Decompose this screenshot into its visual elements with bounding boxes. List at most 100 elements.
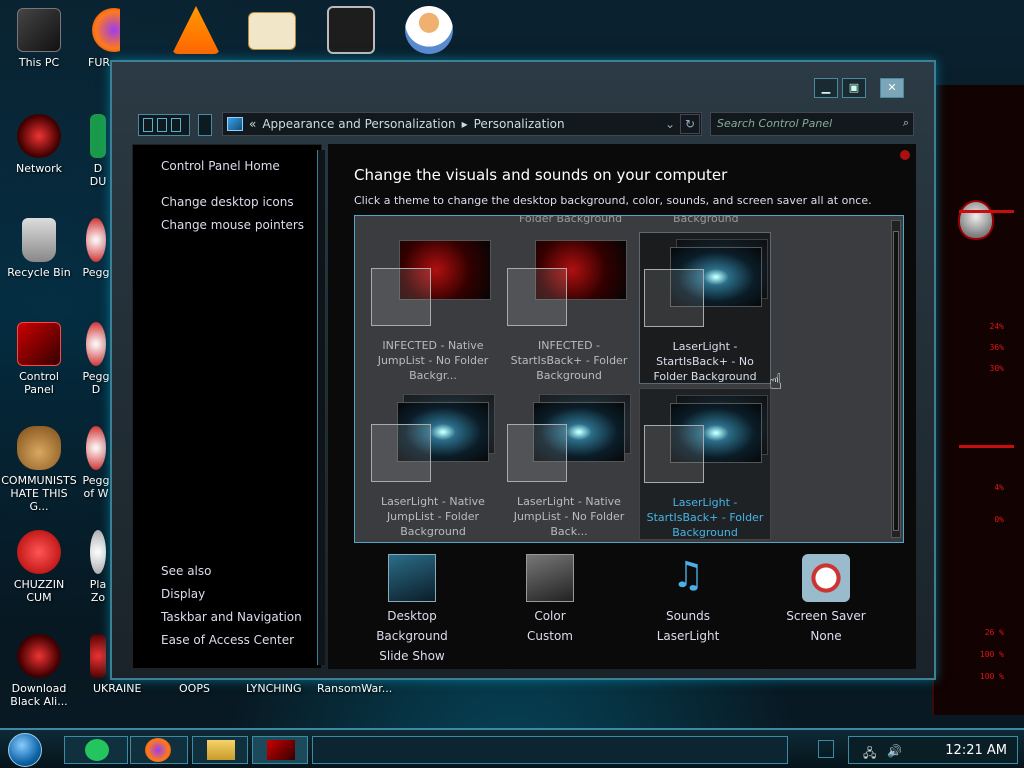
taskbar-navigation-link[interactable]: Taskbar and Navigation [161,610,302,624]
page-title: Change the visuals and sounds on your co… [354,166,728,184]
minimize-button[interactable]: ▁ [814,78,838,98]
breadcrumb-appearance[interactable]: Appearance and Personalization [262,117,455,131]
desktop-icon-partial[interactable]: Pegg of W [82,426,110,500]
theme-tile[interactable]: LaserLight - Native JumpList - No Folder… [503,388,635,540]
alien-download-icon [17,634,61,678]
desktop-background-setting[interactable]: Desktop Background Slide Show [352,554,472,666]
theme-tile[interactable]: INFECTED - StartIsBack+ - Folder Backgro… [503,232,635,384]
hxd-icon[interactable] [248,12,296,50]
gadget-percent: 100 % [979,672,1004,681]
taskbar-firefox[interactable] [130,736,188,764]
maze-app-icon[interactable] [327,6,375,54]
taskbar-file-explorer[interactable] [192,736,248,764]
desktop-icon-label-ransomware[interactable]: RansomWar... [317,682,392,695]
desktop-icon-network[interactable]: Network [3,114,75,175]
theme-tile-active[interactable]: LaserLight - StartIsBack+ - Folder Backg… [639,388,771,540]
recent-pages-button[interactable] [198,114,212,136]
computer-icon [17,8,61,52]
theme-gallery[interactable]: Folder Background Background INFECTED - … [354,215,904,543]
theme-tile[interactable]: LaserLight - Native JumpList - Folder Ba… [367,388,499,540]
taskbar-control-panel[interactable] [252,736,308,764]
control-panel-icon [267,740,295,760]
sounds-setting[interactable]: ♫ Sounds LaserLight [628,554,748,646]
maximize-button[interactable]: ▣ [842,78,866,98]
desktop-icon-label-oops[interactable]: OOPS [179,682,210,695]
scrollbar-thumb[interactable] [893,231,899,531]
setting-title: Sounds [665,609,711,623]
desktop-icon-download-alien[interactable]: Download Black Ali... [3,634,75,708]
gadget-percent: 26 % [984,628,1004,637]
desktop-icon-partial[interactable]: Pegg [82,218,110,279]
gadget-percent: 30% [989,364,1004,373]
theme-color-swatch [507,424,567,482]
control-panel-home-link[interactable]: Control Panel Home [161,159,280,173]
desktop-icon-recycle-bin[interactable]: Recycle Bin [3,218,75,279]
theme-color-swatch [644,269,704,327]
start-button[interactable] [8,733,42,767]
personalization-window: ▁ ▣ ✕ « Appearance and Personalization ▸… [110,60,936,680]
theme-color-swatch [644,425,704,483]
network-icon[interactable]: 🖧 [863,744,876,765]
desktop-icon-label: COMMUNISTS HATE THIS G... [1,474,77,513]
gadget-percent: 100 % [979,650,1004,659]
setting-title: Screen Saver [786,609,866,623]
breadcrumb-separator-icon: ▸ [461,117,468,131]
close-button[interactable]: ✕ [880,78,904,98]
theme-color-swatch [507,268,567,326]
doctor-icon[interactable] [405,6,453,54]
taskbar-notes-app[interactable] [64,736,128,764]
refresh-icon[interactable]: ↻ [680,114,700,134]
desktop-icon-label: This PC [18,56,60,69]
theme-tile[interactable]: INFECTED - Native JumpList - No Folder B… [367,232,499,384]
recycle-bin-icon [22,218,56,262]
desktop-icon-control-panel[interactable]: Control Panel [3,322,75,396]
money-bag-icon [17,426,61,470]
desktop-icon-label: CHUZZIN CUM [13,578,65,604]
help-icon[interactable] [900,150,910,160]
breadcrumb-personalization[interactable]: Personalization [474,117,565,131]
screen-saver-setting[interactable]: Screen Saver None [766,554,886,646]
chevron-down-icon[interactable]: ⌄ [665,117,675,131]
view-toggle[interactable] [138,114,190,136]
display-link[interactable]: Display [161,587,205,601]
see-also-heading: See also [161,564,212,578]
main-content: Change the visuals and sounds on your co… [328,144,916,669]
search-icon[interactable]: ⌕ [903,116,909,130]
gadget-percent: 4% [994,483,1004,492]
desktop-icon-label-ukraine[interactable]: UKRAINE [93,682,141,695]
desktop-icon-label: D DU [89,162,107,188]
screen-saver-icon [802,554,850,602]
left-pane-splitter[interactable] [317,150,325,665]
color-setting[interactable]: Color Custom [490,554,610,646]
theme-gallery-scrollbar[interactable] [891,220,901,538]
address-bar[interactable]: « Appearance and Personalization ▸ Perso… [222,112,702,136]
setting-value: Custom [527,629,573,643]
theme-label: LaserLight - Native JumpList - No Folder… [513,495,625,538]
desktop-icon-partial[interactable]: Pegg D [82,322,110,396]
setting-title: Color [534,609,566,623]
desktop-icon-partial[interactable]: D DU [86,114,110,188]
clock[interactable]: 12:21 AM [945,743,1007,758]
desktop-icon-money-bag[interactable]: COMMUNISTS HATE THIS G... [0,426,78,513]
desktop-icon-partial[interactable]: Pla Zo [86,530,110,604]
volume-icon[interactable]: 🔊 [887,744,902,758]
change-mouse-pointers-link[interactable]: Change mouse pointers [161,218,304,232]
firefox-icon [92,8,120,52]
desktop-icon-this-pc[interactable]: This PC [3,8,75,69]
ease-of-access-link[interactable]: Ease of Access Center [161,633,294,647]
setting-value: None [810,629,842,643]
change-desktop-icons-link[interactable]: Change desktop icons [161,195,294,209]
gadget-percent: 0% [994,515,1004,524]
theme-tile[interactable]: LaserLight - StartIsBack+ - No Folder Ba… [639,232,771,384]
breadcrumb-prefix[interactable]: « [249,117,256,131]
desktop-icon-label: Pegg [82,266,110,279]
desktop-icon-label-lynching[interactable]: LYNCHING [246,682,302,695]
show-desktop-button[interactable] [818,740,834,758]
search-input[interactable]: Search Control Panel ⌕ [710,112,914,136]
desktop-icon-partial[interactable] [86,634,110,682]
desktop-icon-chuzzle[interactable]: CHUZZIN CUM [3,530,75,604]
cut-theme-label: Background [673,215,739,225]
theme-color-swatch [371,424,431,482]
gadget-percent: 24% [989,322,1004,331]
cut-theme-label: Folder Background [519,215,623,225]
